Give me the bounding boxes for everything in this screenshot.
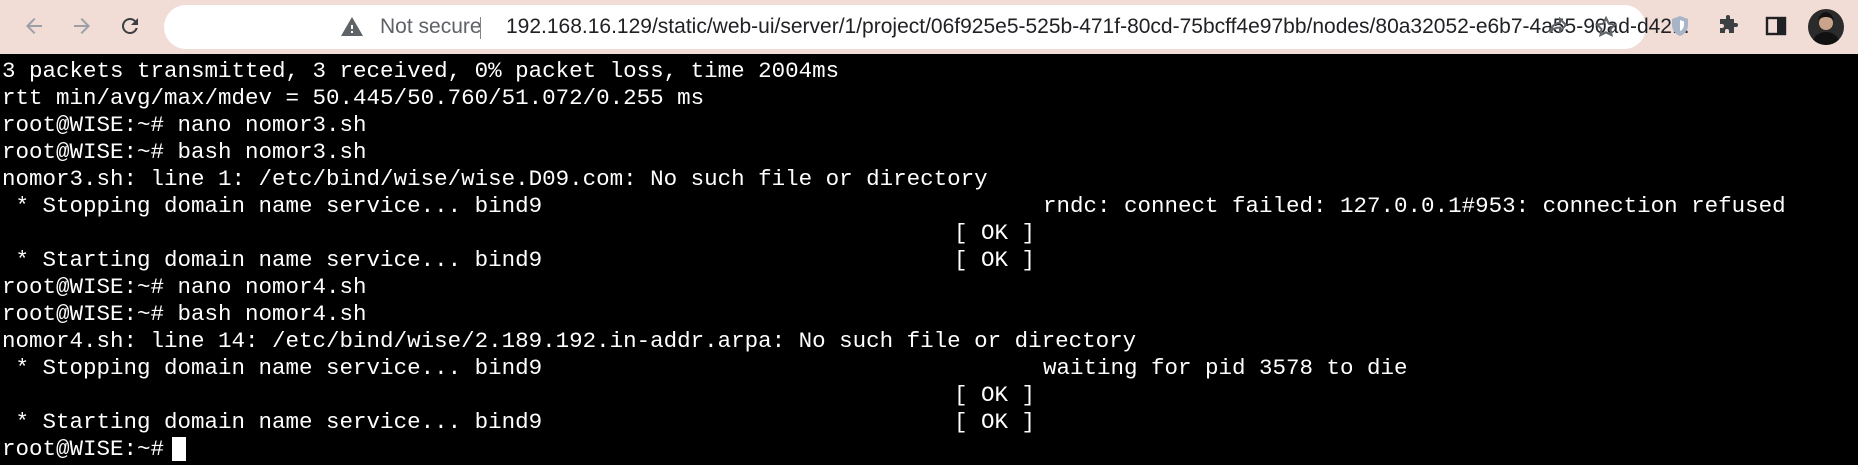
terminal-line: * Starting domain name service... bind9 xyxy=(2,409,543,435)
waiting-message: waiting for pid 3578 to die xyxy=(1043,355,1408,381)
terminal-line: * Stopping domain name service... bind9 xyxy=(2,355,543,381)
forward-arrow-icon xyxy=(74,18,90,34)
terminal-line: * Starting domain name service... bind9 xyxy=(2,247,543,273)
separator xyxy=(480,17,481,39)
terminal-cursor xyxy=(172,437,186,461)
extension-shield-icon[interactable] xyxy=(1660,6,1700,46)
warning-icon[interactable] xyxy=(340,15,364,44)
forward-button[interactable] xyxy=(62,6,102,46)
ok-status: [ OK ] xyxy=(954,382,1036,408)
ok-status: [ OK ] xyxy=(954,409,1036,435)
terminal-line: * Stopping domain name service... bind9 xyxy=(2,193,543,219)
rndc-error-message: rndc: connect failed: 127.0.0.1#953: con… xyxy=(1043,193,1786,219)
security-label[interactable]: Not secure xyxy=(380,5,482,49)
terminal-line: rtt min/avg/max/mdev = 50.445/50.760/51.… xyxy=(2,85,705,111)
star-icon[interactable] xyxy=(1586,7,1626,47)
address-bar[interactable]: Not secure 192.168.16.129/static/web-ui/… xyxy=(164,5,1690,49)
terminal-line: root@WISE:~# nano nomor3.sh xyxy=(2,112,367,138)
url-text[interactable]: 192.168.16.129/static/web-ui/server/1/pr… xyxy=(506,5,1706,49)
puzzle-icon[interactable] xyxy=(1708,6,1748,46)
terminal-line: 3 packets transmitted, 3 received, 0% pa… xyxy=(2,58,840,84)
terminal-line: nomor3.sh: line 1: /etc/bind/wise/wise.D… xyxy=(2,166,988,192)
browser-toolbar: Not secure 192.168.16.129/static/web-ui/… xyxy=(0,0,1858,54)
reload-button[interactable] xyxy=(110,6,150,46)
avatar-icon xyxy=(1812,12,1840,45)
profile-avatar[interactable] xyxy=(1808,9,1844,45)
share-icon[interactable] xyxy=(1538,7,1578,47)
back-button[interactable] xyxy=(14,6,54,46)
terminal-line: root@WISE:~# bash nomor4.sh xyxy=(2,301,367,327)
reload-icon xyxy=(121,17,138,34)
back-arrow-icon xyxy=(26,18,42,34)
terminal-output[interactable]: 3 packets transmitted, 3 received, 0% pa… xyxy=(0,55,1858,465)
side-panel-icon[interactable] xyxy=(1756,6,1796,46)
ok-status: [ OK ] xyxy=(954,247,1036,273)
terminal-line: nomor4.sh: line 14: /etc/bind/wise/2.189… xyxy=(2,328,1137,354)
terminal-line: root@WISE:~# bash nomor3.sh xyxy=(2,139,367,165)
ok-status: [ OK ] xyxy=(954,220,1036,246)
terminal-line: root@WISE:~# nano nomor4.sh xyxy=(2,274,367,300)
terminal-prompt: root@WISE:~# xyxy=(2,436,178,462)
